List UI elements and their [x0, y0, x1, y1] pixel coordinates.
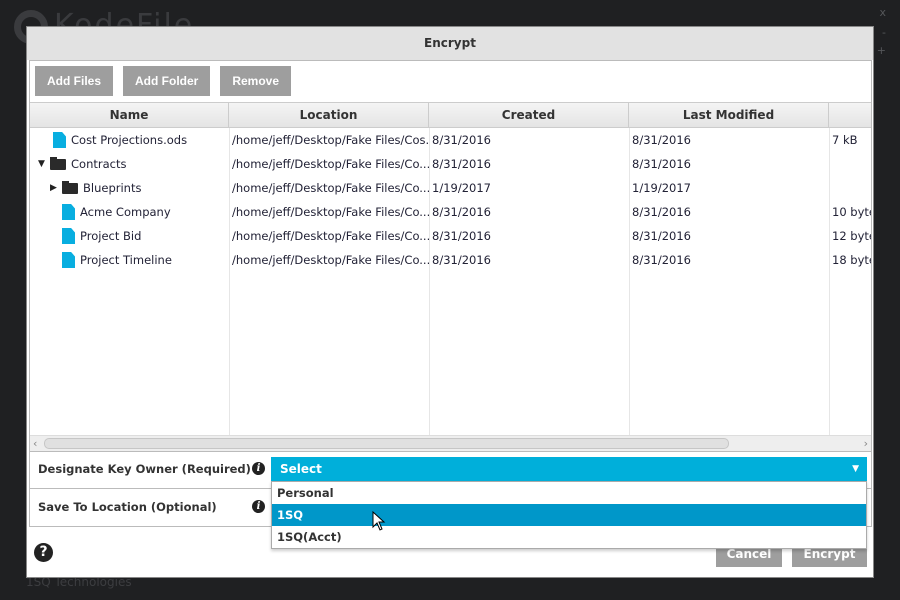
dialog-title: Encrypt	[27, 27, 873, 60]
file-modified: 1/19/2017	[632, 181, 691, 195]
file-size	[829, 152, 871, 176]
help-icon[interactable]: ?	[34, 543, 53, 562]
key-owner-select[interactable]: Select ▼	[271, 457, 867, 481]
file-modified: 8/31/2016	[632, 133, 691, 147]
file-location: /home/jeff/Desktop/Fake Files/Co...	[232, 157, 429, 171]
file-size	[829, 176, 871, 200]
file-size: 18 byte	[832, 253, 871, 267]
add-files-button[interactable]: Add Files	[35, 66, 114, 96]
close-window-button[interactable]: x	[879, 6, 886, 19]
key-owner-dropdown: Personal 1SQ 1SQ(Acct)	[271, 481, 867, 549]
save-location-label: Save To Location (Optional)	[38, 500, 217, 514]
add-folder-button[interactable]: Add Folder	[123, 66, 211, 96]
file-name: Project Timeline	[80, 253, 172, 267]
minimize-window-button[interactable]: -	[882, 26, 886, 39]
option-1sq-acct[interactable]: 1SQ(Acct)	[272, 526, 866, 548]
column-header-name[interactable]: Name	[30, 103, 229, 127]
scroll-left-icon[interactable]: ‹	[33, 436, 37, 451]
scroll-right-icon[interactable]: ›	[864, 436, 868, 451]
file-panel: Add Files Add Folder Remove Name Locatio…	[29, 60, 872, 452]
toolbar: Add Files Add Folder Remove	[30, 61, 871, 102]
info-icon[interactable]: i	[252, 500, 265, 513]
file-location: /home/jeff/Desktop/Fake Files/Co...	[232, 205, 429, 219]
key-owner-label: Designate Key Owner (Required)	[38, 462, 251, 476]
file-name: Cost Projections.ods	[71, 133, 188, 147]
expand-closed-icon[interactable]: ▶	[50, 176, 62, 200]
column-header-location[interactable]: Location	[229, 103, 429, 127]
column-header-last-modified[interactable]: Last Modified	[629, 103, 829, 127]
file-modified: 8/31/2016	[632, 205, 691, 219]
encrypt-dialog: Encrypt Add Files Add Folder Remove Name…	[26, 26, 874, 578]
column-header-size[interactable]	[829, 103, 871, 127]
option-personal[interactable]: Personal	[272, 482, 866, 504]
file-name: Contracts	[71, 157, 127, 171]
file-size: 7 kB	[832, 133, 858, 147]
table-row[interactable]: Acme Company /home/jeff/Desktop/Fake Fil…	[30, 200, 871, 224]
file-icon	[53, 132, 66, 148]
file-icon	[62, 204, 75, 220]
file-created: 8/31/2016	[432, 253, 491, 267]
select-value: Select	[280, 462, 322, 476]
table-row[interactable]: ▶ Blueprints /home/jeff/Desktop/Fake File…	[30, 176, 871, 200]
table-row[interactable]: Cost Projections.ods /home/jeff/Desktop/…	[30, 128, 871, 152]
scrollbar-thumb[interactable]	[44, 438, 729, 449]
file-size: 10 byte	[832, 205, 871, 219]
horizontal-scrollbar[interactable]: ‹ ›	[30, 435, 871, 451]
file-created: 8/31/2016	[432, 157, 491, 171]
table-row[interactable]: Project Bid /home/jeff/Desktop/Fake File…	[30, 224, 871, 248]
chevron-down-icon: ▼	[852, 464, 859, 474]
file-icon	[62, 228, 75, 244]
file-location: /home/jeff/Desktop/Fake Files/Co...	[232, 181, 429, 195]
file-icon	[62, 252, 75, 268]
file-modified: 8/31/2016	[632, 157, 691, 171]
file-created: 8/31/2016	[432, 133, 491, 147]
maximize-window-button[interactable]: +	[877, 44, 886, 57]
table-row[interactable]: ▼ Contracts /home/jeff/Desktop/Fake Files…	[30, 152, 871, 176]
column-header-created[interactable]: Created	[429, 103, 629, 127]
file-created: 1/19/2017	[432, 181, 491, 195]
file-modified: 8/31/2016	[632, 229, 691, 243]
remove-button[interactable]: Remove	[220, 66, 292, 96]
info-icon[interactable]: i	[252, 462, 265, 475]
file-created: 8/31/2016	[432, 229, 491, 243]
file-size: 12 byte	[832, 229, 871, 243]
file-name: Project Bid	[80, 229, 142, 243]
folder-icon	[50, 156, 66, 170]
file-location: /home/jeff/Desktop/Fake Files/Co...	[232, 253, 429, 267]
file-location: /home/jeff/Desktop/Fake Files/Co...	[232, 229, 429, 243]
file-name: Blueprints	[83, 181, 142, 195]
file-table: Cost Projections.ods /home/jeff/Desktop/…	[30, 128, 871, 435]
file-modified: 8/31/2016	[632, 253, 691, 267]
option-1sq[interactable]: 1SQ	[272, 504, 866, 526]
expand-open-icon[interactable]: ▼	[38, 152, 50, 176]
mouse-cursor-icon	[372, 511, 386, 531]
folder-icon	[62, 180, 78, 194]
table-header: Name Location Created Last Modified	[30, 102, 871, 128]
file-name: Acme Company	[80, 205, 171, 219]
file-location: /home/jeff/Desktop/Fake Files/Cos...	[232, 133, 429, 147]
file-created: 8/31/2016	[432, 205, 491, 219]
table-row[interactable]: Project Timeline /home/jeff/Desktop/Fake…	[30, 248, 871, 272]
